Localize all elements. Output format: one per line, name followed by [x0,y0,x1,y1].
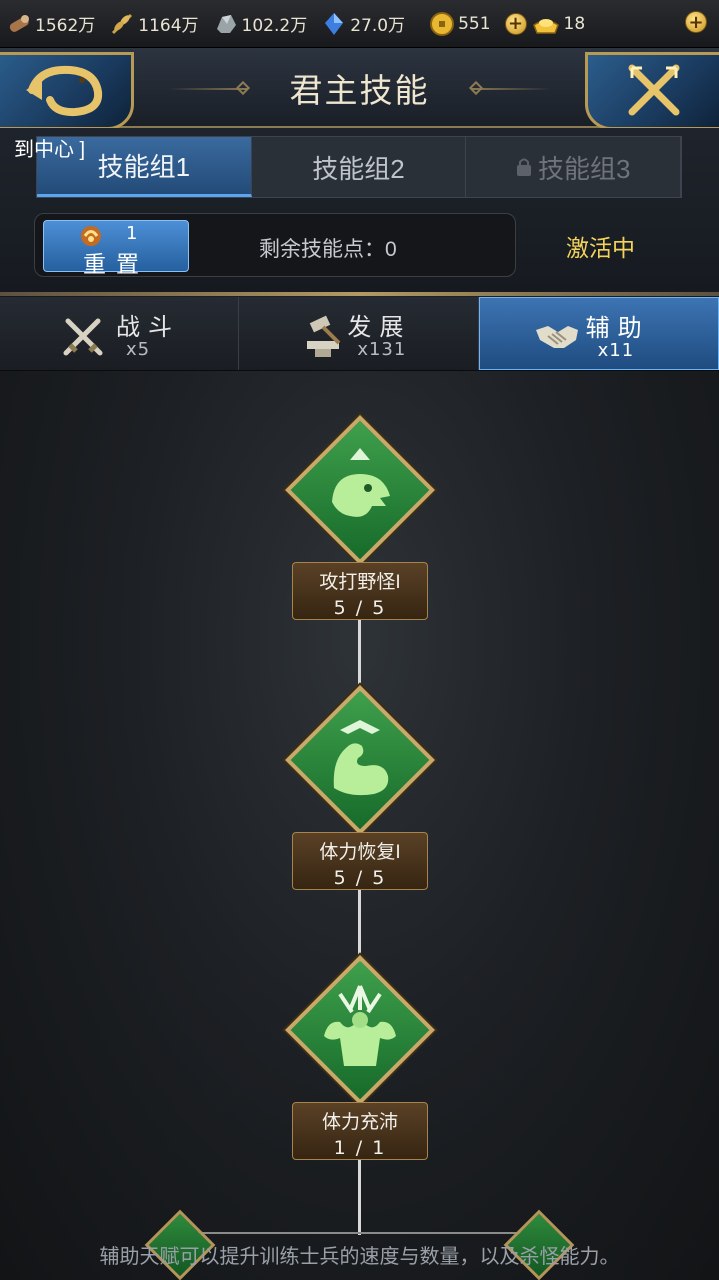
tab-label: 技能组3 [537,153,631,184]
resource-value: 551 [458,13,491,34]
skill-plate: 体力充沛 1 / 1 [292,1102,428,1160]
tab-skill-group-3[interactable]: 技能组3 [466,137,682,197]
tab-count: x131 [357,339,407,360]
title-ornament-right [471,88,551,90]
lock-icon [516,158,531,176]
tab-count: x11 [597,340,635,361]
flexed-arm-icon [333,720,389,796]
crystal-icon [325,12,344,35]
resource-crystal: 27.0万 [321,11,405,37]
skill-name: 攻打野怪I [319,572,401,593]
resource-wood: 1562万 [6,11,95,37]
resource-food: 1164万 [109,11,199,37]
handshake-icon [535,326,578,348]
category-hint: 辅助天赋可以提升训练士兵的速度与数量，以及杀怪能力。 [99,1246,620,1268]
tab-skill-group-2[interactable]: 技能组2 [252,137,467,197]
crossed-swords-icon [63,318,103,356]
skill-plate: 体力恢复I 5 / 5 [292,832,428,890]
tab-label: 技能组1 [97,152,191,182]
skill-name: 体力恢复I [319,842,401,863]
resource-value: 102.2万 [241,16,308,36]
stone-ore-icon [216,14,236,33]
skill-level: 5 / 5 [333,867,387,889]
tab-count: x5 [126,339,151,360]
tab-support[interactable]: 辅助 x11 [478,297,719,370]
scrolling-ticker: 到中心 ] [14,139,86,161]
tree-branch-line [185,1232,535,1234]
resource-gold: 551 [429,11,491,37]
close-button[interactable] [589,52,719,128]
title-header: 君主技能 [0,48,719,130]
add-resource-button[interactable]: + [685,11,707,33]
gold-ingot-icon [532,18,559,34]
tab-label: 辅助 [585,315,650,342]
tree-connector [358,1160,361,1235]
skill-icon-frame [284,684,436,836]
tab-label: 战斗 [116,314,180,341]
resource-value: 27.0万 [350,16,406,36]
crossed-blades-close-icon [628,64,680,116]
skill-icon-frame [284,954,436,1106]
skill-icon-frame [284,414,436,566]
strong-man-icon [324,985,396,1066]
resource-value: 1164万 [138,16,199,36]
skill-name: 体力充沛 [321,1112,398,1133]
skill-plate: 攻打野怪I 5 / 5 [292,562,428,620]
status-badge: 激活中 [566,235,635,261]
tab-combat[interactable]: 战斗 x5 [0,297,240,370]
skill-level: 5 / 5 [333,597,387,619]
tab-development[interactable]: 发展 x131 [239,297,479,370]
reset-label: 重置 [83,251,149,277]
resource-premium[interactable]: + 18 [504,11,586,37]
tab-label: 技能组2 [312,153,405,184]
reset-button[interactable]: 1 重置 [43,220,189,277]
monster-head-icon [332,448,390,517]
remaining-points: 剩余技能点：0 [259,238,397,261]
resource-value: 18 [563,13,586,34]
skill-level: 1 / 1 [333,1137,387,1159]
gold-coin-icon [430,11,455,36]
add-premium-button[interactable]: + [504,12,527,35]
resource-value: 1562万 [35,16,96,36]
wheat-icon [112,13,133,34]
category-tabs: 战斗 x5 发展 x131 辅助 x11 [0,297,719,371]
skill-points-bar: 1 重置 剩余技能点：0 [34,213,516,277]
resource-bar: 1562万 1164万 102.2万 27.0万 551 + 18 + [0,0,719,48]
resource-stone: 102.2万 [213,11,308,37]
wood-log-icon [9,14,29,32]
tab-label: 发展 [347,314,412,341]
skill-group-tabs: 技能组1 技能组2 技能组3 [36,136,682,198]
reset-count: 1 [126,223,138,244]
panel-divider [0,292,719,296]
hammer-anvil-icon [307,315,341,357]
